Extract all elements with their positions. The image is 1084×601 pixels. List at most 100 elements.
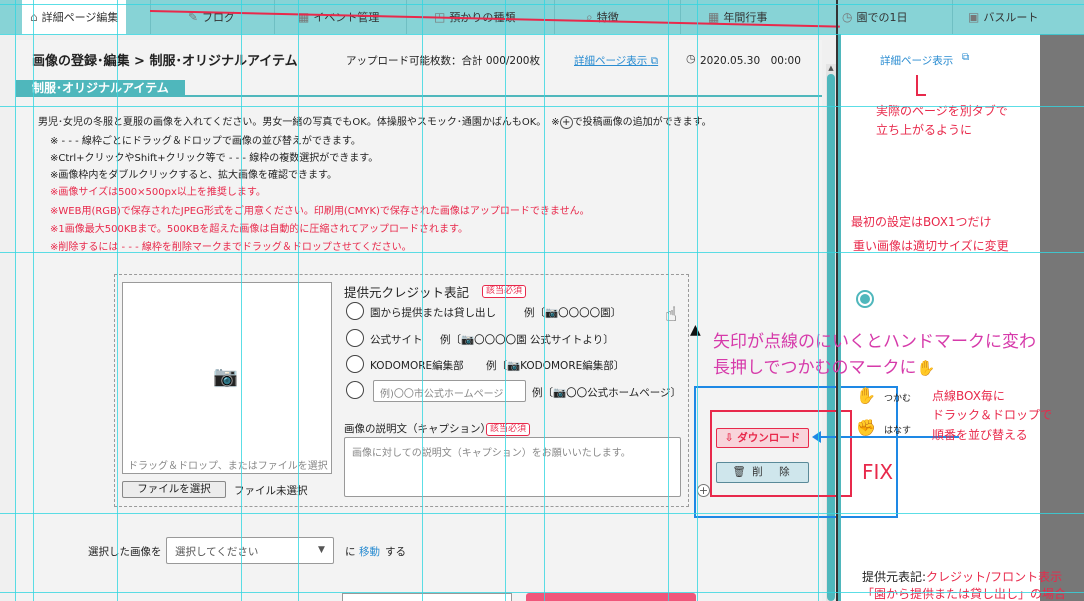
required-badge: 該当必須	[486, 423, 531, 436]
open-hand-icon: ✋	[856, 386, 876, 405]
download-icon: ⇩	[724, 432, 734, 444]
credit-option-example: 例〔📷〇〇〇〇園〕	[524, 307, 622, 319]
hand-cursor-icon: ☝	[665, 302, 678, 326]
note-credit-case: 「園から提供または貸し出し」の場合	[862, 587, 1067, 601]
release-label: はなす	[884, 426, 912, 436]
guide-line-vertical	[422, 0, 423, 601]
top-nav: ⌂ 詳細ページ編集 ✎ ブログ ▦ イベント管理 ◰ 預かりの種類 ⌕ 特徴 ▦…	[0, 0, 1084, 34]
note-credit: 提供元表記:クレジット/フロント表示	[862, 568, 1062, 585]
camera-icon: 📷	[213, 364, 238, 388]
note-reorder: 順番を並び替える	[932, 428, 1028, 442]
instruction-line: 男児･女児の冬服と夏服の画像を入れてください。男女一緒の写真でもOK。体操服やス…	[38, 113, 712, 129]
delete-label: 削 除	[752, 466, 793, 478]
bottom-input[interactable]	[342, 593, 512, 601]
credit-radio-custom[interactable]	[346, 381, 364, 399]
external-link-icon: ⧉	[962, 52, 970, 63]
nav-tab-blog[interactable]: ✎ ブログ	[188, 5, 235, 29]
guide-line-vertical	[33, 0, 34, 601]
nav-divider	[554, 0, 555, 34]
grab-hand-icon: ✊	[856, 418, 876, 437]
move-link[interactable]: 移動	[359, 544, 380, 559]
instruction-line: ※ - - - 線枠ごとにドラッグ＆ドロップで画像の並び替えができます。	[50, 136, 361, 147]
credit-radio-kindergarten[interactable]	[346, 302, 364, 320]
note-new-tab: 実際のページを別タブで	[876, 104, 1008, 118]
download-button[interactable]: ⇩ ダウンロード	[716, 428, 809, 448]
nav-tab-detail-edit[interactable]: ⌂ 詳細ページ編集	[22, 0, 127, 34]
warning-line: ※1画像最大500KBまで。500KBを超えた画像は自動的に圧縮されてアップロー…	[50, 224, 469, 235]
custom-credit-input[interactable]: 例)〇〇市公式ホームページ	[373, 380, 526, 402]
choose-file-button[interactable]: ファイルを選択	[122, 481, 226, 498]
annotation-arrow-head	[812, 431, 821, 443]
instruction-line: ※画像枠内をダブルクリックすると、拡大画像を確認できます。	[50, 170, 337, 181]
clock-icon: ◷	[842, 10, 853, 24]
instruction-line: ※Ctrl+クリックやShift+クリック等で - - - 線枠の複数選択ができ…	[50, 153, 379, 164]
credit-option-example: 例〔📷〇〇公式ホームページ〕	[532, 387, 682, 399]
nav-tab-bus-route[interactable]: ▣ バスルート	[968, 5, 1038, 29]
note-reorder: 点線BOX毎に	[932, 389, 1005, 403]
note-box-default: 最初の設定はBOX1つだけ	[851, 215, 992, 229]
nav-tab-daily-schedule[interactable]: ◷ 園での1日	[842, 5, 907, 29]
nav-label: バスルート	[983, 11, 1039, 24]
page-title: 画像の登録･編集 > 制服･オリジナルアイテム	[32, 54, 298, 69]
nav-divider	[274, 0, 275, 34]
detail-page-link[interactable]: 詳細ページ表示 ⧉	[574, 53, 658, 68]
move-selected-label: 選択した画像を	[88, 546, 162, 558]
note-reorder: ドラック＆ドロップで	[932, 408, 1053, 422]
side-gutter	[1040, 34, 1084, 601]
plus-circle-icon: +	[559, 116, 573, 129]
clock-icon: ◷	[686, 52, 696, 65]
nav-divider	[952, 0, 953, 34]
fix-label: FIX	[862, 460, 894, 484]
upload-count: アップロード可能枚数：合計 000/200枚	[346, 55, 540, 67]
note-hover-hand: 矢印が点線のにいくとハンドマークに変わ	[713, 332, 1036, 352]
guide-line-horizontal	[0, 252, 1084, 253]
nav-label: 特徴	[596, 11, 619, 24]
caption-title: 画像の説明文（キャプション）	[344, 423, 491, 435]
caption-textarea[interactable]: 画像に対しての説明文（キャプション）をお願いいたします。	[344, 437, 681, 497]
scroll-up-arrow[interactable]: ▲	[826, 64, 836, 72]
guide-line-vertical	[818, 0, 819, 601]
credit-radio-official-site[interactable]	[346, 329, 364, 347]
move-target-select[interactable]: 選択してください	[166, 537, 334, 564]
bottom-button[interactable]	[526, 593, 696, 601]
warning-line: ※画像サイズは500×500px以上を推奨します。	[50, 187, 266, 198]
chevron-down-icon: ▼	[318, 545, 325, 555]
calendar-icon: ▦	[298, 10, 310, 24]
annotation-box-red	[710, 410, 852, 497]
credit-radio-editorial[interactable]	[346, 355, 364, 373]
warning-line: ※WEB用(RGB)で保存されたJPEG形式をご用意ください。印刷用(CMYK)…	[50, 206, 590, 217]
verb-text: する	[385, 546, 406, 558]
guide-line-vertical	[668, 0, 669, 601]
note-press-grab: 長押しでつかむのマークに✋	[713, 353, 935, 378]
nav-tab-features[interactable]: ⌕ 特徴	[586, 5, 619, 29]
nav-divider	[680, 0, 681, 34]
nav-tab-events[interactable]: ▦ イベント管理	[298, 5, 379, 29]
guide-line-horizontal	[0, 513, 1084, 514]
credit-option-label: KODOMORE編集部	[370, 360, 464, 372]
credit-title: 提供元クレジット表記	[344, 285, 470, 300]
guide-line-vertical	[117, 0, 118, 601]
delete-button[interactable]: 🗑 削 除	[716, 462, 809, 483]
instruction-text: で投稿画像の追加ができます。	[572, 117, 712, 128]
note-credit-key: 提供元表記:	[862, 570, 927, 584]
download-label: ダウンロード	[737, 432, 801, 444]
credit-option-example: 例〔📷KODOMORE編集部〕	[486, 360, 625, 372]
nav-label: 園での1日	[856, 11, 908, 24]
guide-line-vertical	[15, 0, 16, 601]
bus-icon: ▣	[968, 10, 980, 24]
credit-option-label: 公式サイト	[370, 334, 423, 346]
preview-detail-link[interactable]: 詳細ページ表示	[880, 53, 953, 68]
guide-line-horizontal	[0, 4, 1084, 5]
search-icon: ⌕	[586, 9, 593, 24]
side-accent-bar	[838, 34, 841, 601]
last-updated-date: 2020.05.30 00:00	[700, 55, 801, 67]
required-badge: 該当必須	[482, 285, 527, 298]
window-divider	[836, 0, 838, 601]
guide-line-horizontal	[0, 106, 1084, 107]
note-new-tab: 立ち上がるように	[876, 123, 973, 137]
grab-hand-icon: ✋	[916, 359, 936, 377]
nav-divider	[150, 0, 151, 34]
particle-text: に	[345, 546, 356, 558]
external-link-icon: ⧉	[650, 55, 659, 67]
credit-option-example: 例〔📷〇〇〇〇園 公式サイトより〕	[440, 334, 614, 346]
